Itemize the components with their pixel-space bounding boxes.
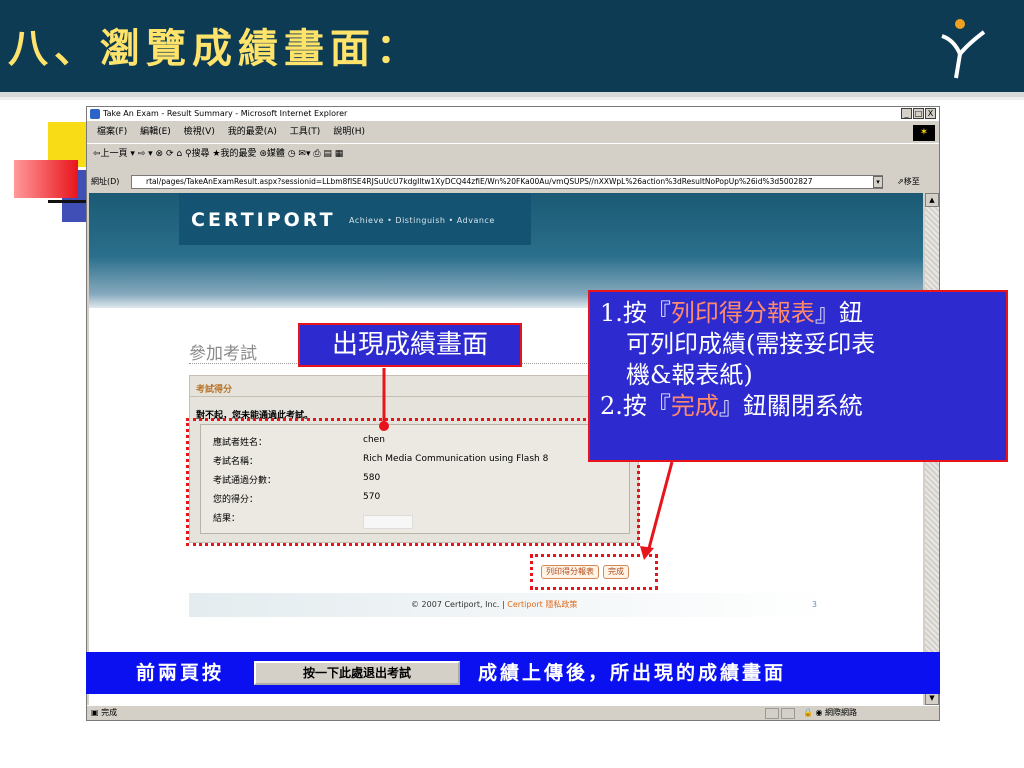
menu-favorites[interactable]: 我的最愛(A) — [228, 127, 277, 137]
window-controls: _ □ X — [901, 108, 936, 119]
menu-edit[interactable]: 編輯(E) — [140, 127, 171, 137]
banner-right-text: 成績上傳後，所出現的成績畫面 — [478, 662, 787, 684]
ie-icon — [90, 109, 100, 119]
page-heading: 參加考試 — [189, 344, 257, 364]
toolbar: ⇦上一頁 ▾ ⇨ ▾ ⊗ ⟳ ⌂ ⚲搜尋 ★我的最愛 ⊛媒體 ◷ ✉▾ ⎙ ▤ … — [87, 143, 939, 163]
bottom-banner: 前兩頁按 按一下此處退出考試 成績上傳後，所出現的成績畫面 — [86, 652, 940, 694]
status-done: 完成 — [101, 708, 118, 717]
score-highlight-box — [186, 418, 640, 546]
toolbar-buttons[interactable]: ⇦上一頁 ▾ ⇨ ▾ ⊗ ⟳ ⌂ ⚲搜尋 ★我的最愛 ⊛媒體 ◷ ✉▾ ⎙ ▤ … — [93, 144, 343, 164]
score-panel-title: 考試得分 — [196, 385, 233, 395]
globe-icon: ◉ — [815, 708, 826, 717]
callout-score-screen: 出現成績畫面 — [298, 323, 522, 367]
menu-file[interactable]: 檔案(F) — [97, 127, 127, 137]
logo-mark-icon — [941, 19, 986, 79]
instruction-line-3: 機&報表紙) — [626, 361, 753, 389]
title-bar: 八、瀏覽成績畫面： — [0, 0, 1024, 92]
maximize-button[interactable]: □ — [913, 108, 924, 119]
deco-red-square — [14, 160, 78, 198]
window-titlebar: Take An Exam - Result Summary - Microsof… — [87, 107, 939, 121]
instruction-line-4: 2.按『完成』鈕關閉系統 — [600, 391, 998, 422]
menu-help[interactable]: 說明(H) — [333, 127, 365, 137]
status-pane-2 — [781, 708, 795, 719]
status-zone: 🔒 ◉ 網際網路 — [803, 706, 857, 720]
slide: 八、瀏覽成績畫面： Take An Exam - Result Summary … — [0, 0, 1024, 768]
footer-text: © 2007 Certiport, Inc. | Certiport 隱私政策 — [411, 593, 577, 617]
address-go-button[interactable]: ⇗移至 — [897, 173, 920, 191]
instr1-highlight: 列印得分報表 — [670, 299, 815, 327]
deco-line — [48, 200, 88, 203]
menu-tools[interactable]: 工具(T) — [290, 127, 321, 137]
certport-logo-box: CERTIPORT Achieve • Distinguish • Advanc… — [179, 193, 531, 245]
menu-bar: 檔案(F) 編輯(E) 檢視(V) 我的最愛(A) 工具(T) 說明(H) ✶ — [87, 123, 939, 141]
instr4-post: 』鈕關閉系統 — [718, 392, 863, 420]
address-input[interactable]: rtal/pages/TakeAnExamResult.aspx?session… — [131, 175, 883, 189]
scroll-up-icon[interactable]: ▲ — [925, 193, 939, 207]
banner-left-text: 前兩頁按 — [136, 662, 225, 684]
zone-label: 網際網路 — [825, 708, 858, 717]
privacy-policy-link[interactable]: Certiport 隱私政策 — [507, 600, 577, 609]
footer-copyright: © 2007 Certiport, Inc. | — [411, 600, 508, 609]
page-icon: ▣ — [91, 708, 102, 717]
status-bar: ▣ 完成 🔒 ◉ 網際網路 — [87, 705, 939, 720]
callout-instructions: 1.按『列印得分報表』鈕 可列印成績(需接妥印表 機&報表紙) 2.按『完成』鈕… — [588, 290, 1008, 462]
score-panel-rule — [190, 396, 638, 397]
buttons-highlight-box — [530, 554, 658, 590]
address-label: 網址(D) — [91, 177, 120, 186]
certport-logo: CERTIPORT — [191, 209, 336, 231]
close-button[interactable]: X — [925, 108, 936, 119]
address-bar: 網址(D) rtal/pages/TakeAnExamResult.aspx?s… — [87, 173, 939, 191]
lock-icon: 🔒 — [803, 708, 816, 717]
page-footer: © 2007 Certiport, Inc. | Certiport 隱私政策 … — [189, 593, 829, 617]
instr1-post: 』鈕 — [814, 299, 863, 327]
instr4-pre: 2.按『 — [600, 392, 671, 420]
window-title: Take An Exam - Result Summary - Microsof… — [103, 109, 348, 118]
instruction-line-1: 1.按『列印得分報表』鈕 — [600, 298, 998, 329]
instr1-pre: 1.按『 — [600, 299, 671, 327]
footer-page-number: 3 — [811, 600, 817, 609]
title-underline-2 — [0, 97, 1024, 100]
throbber-icon: ✶ — [913, 125, 935, 141]
status-text: ▣ 完成 — [91, 706, 117, 720]
minimize-button[interactable]: _ — [901, 108, 912, 119]
certport-tagline: Achieve • Distinguish • Advance — [349, 216, 495, 225]
menu-view[interactable]: 檢視(V) — [184, 127, 215, 137]
address-dropdown-icon[interactable]: ▾ — [873, 176, 883, 188]
status-pane — [765, 708, 779, 719]
address-value: rtal/pages/TakeAnExamResult.aspx?session… — [146, 177, 813, 186]
slide-title: 八、瀏覽成績畫面： — [8, 25, 422, 72]
exit-exam-button[interactable]: 按一下此處退出考試 — [254, 661, 460, 685]
instruction-line-2: 可列印成績(需接妥印表 — [626, 330, 876, 358]
instr4-highlight: 完成 — [670, 392, 719, 420]
